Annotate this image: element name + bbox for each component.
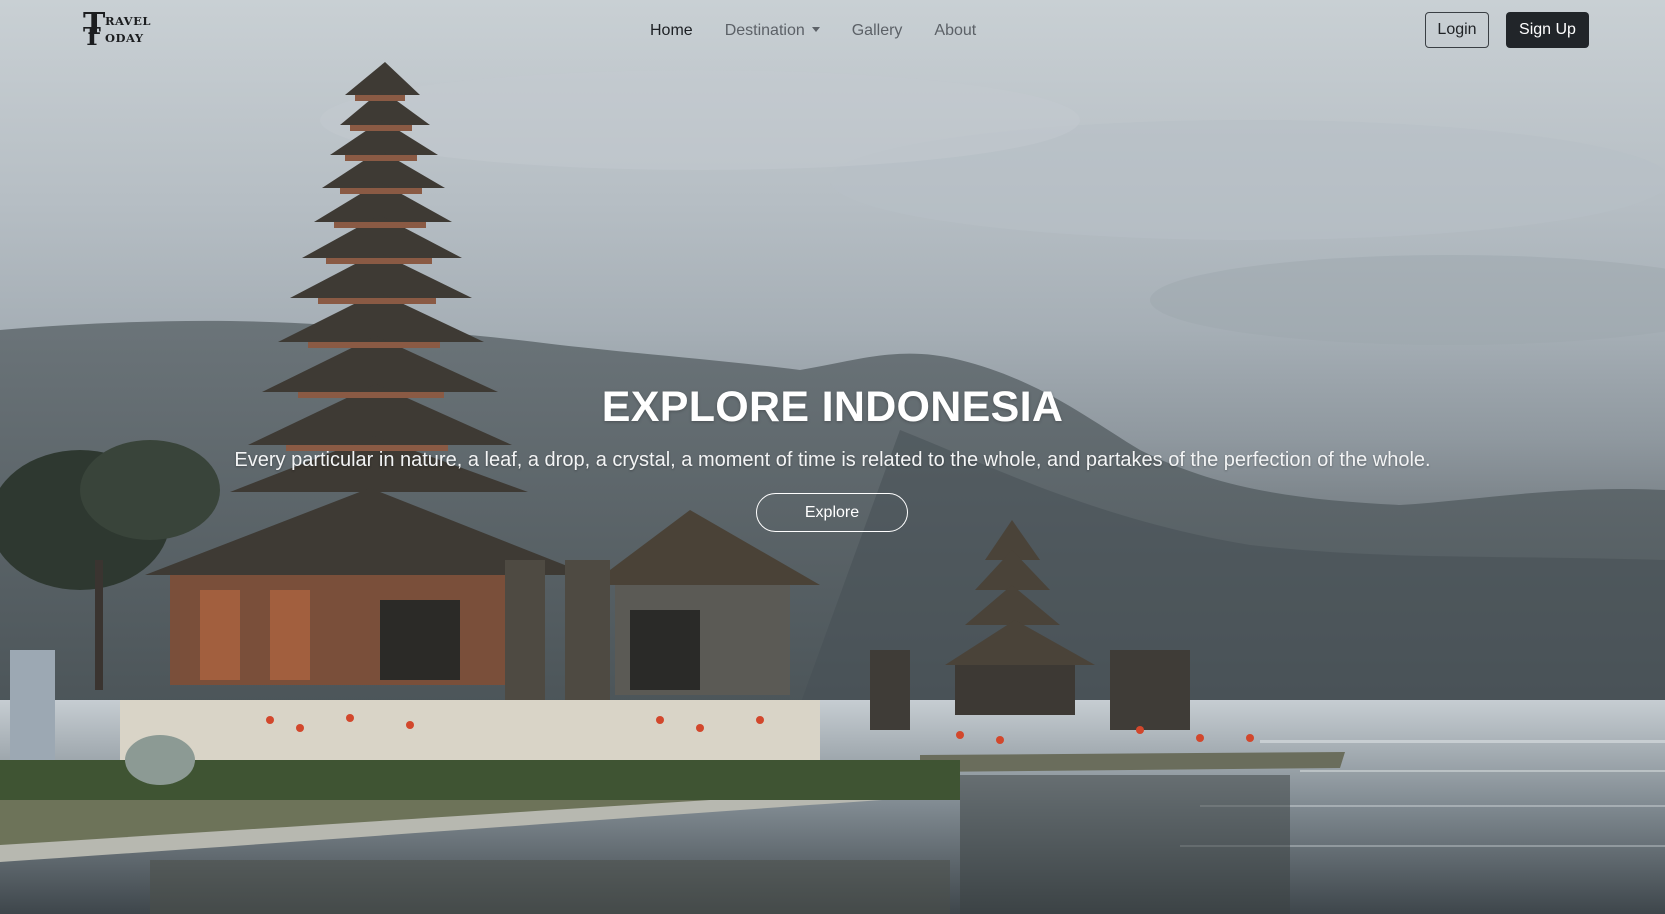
signup-button[interactable]: Sign Up	[1506, 12, 1589, 48]
hero-title: EXPLORE INDONESIA	[601, 383, 1064, 431]
logo-text-bottom: ODAY	[105, 31, 144, 45]
explore-button[interactable]: Explore	[756, 493, 908, 532]
navbar: T RAVEL T ODAY Home Destination Gallery …	[0, 0, 1665, 62]
nav-home-link[interactable]: Home	[650, 22, 693, 40]
logo-text-top: RAVEL	[105, 14, 151, 28]
nav-links: Home Destination Gallery About	[650, 0, 1008, 62]
nav-about-link[interactable]: About	[934, 22, 976, 40]
nav-gallery-link[interactable]: Gallery	[852, 22, 903, 40]
hero-subtitle: Every particular in nature, a leaf, a dr…	[234, 449, 1431, 471]
nav-destination-dropdown[interactable]: Destination	[725, 22, 820, 40]
nav-destination-label: Destination	[724, 22, 805, 39]
caret-down-icon	[811, 27, 820, 32]
login-button[interactable]: Login	[1425, 12, 1489, 48]
brand-logo[interactable]: T RAVEL T ODAY	[83, 10, 151, 52]
logo-letter-bottom: T	[83, 22, 101, 51]
